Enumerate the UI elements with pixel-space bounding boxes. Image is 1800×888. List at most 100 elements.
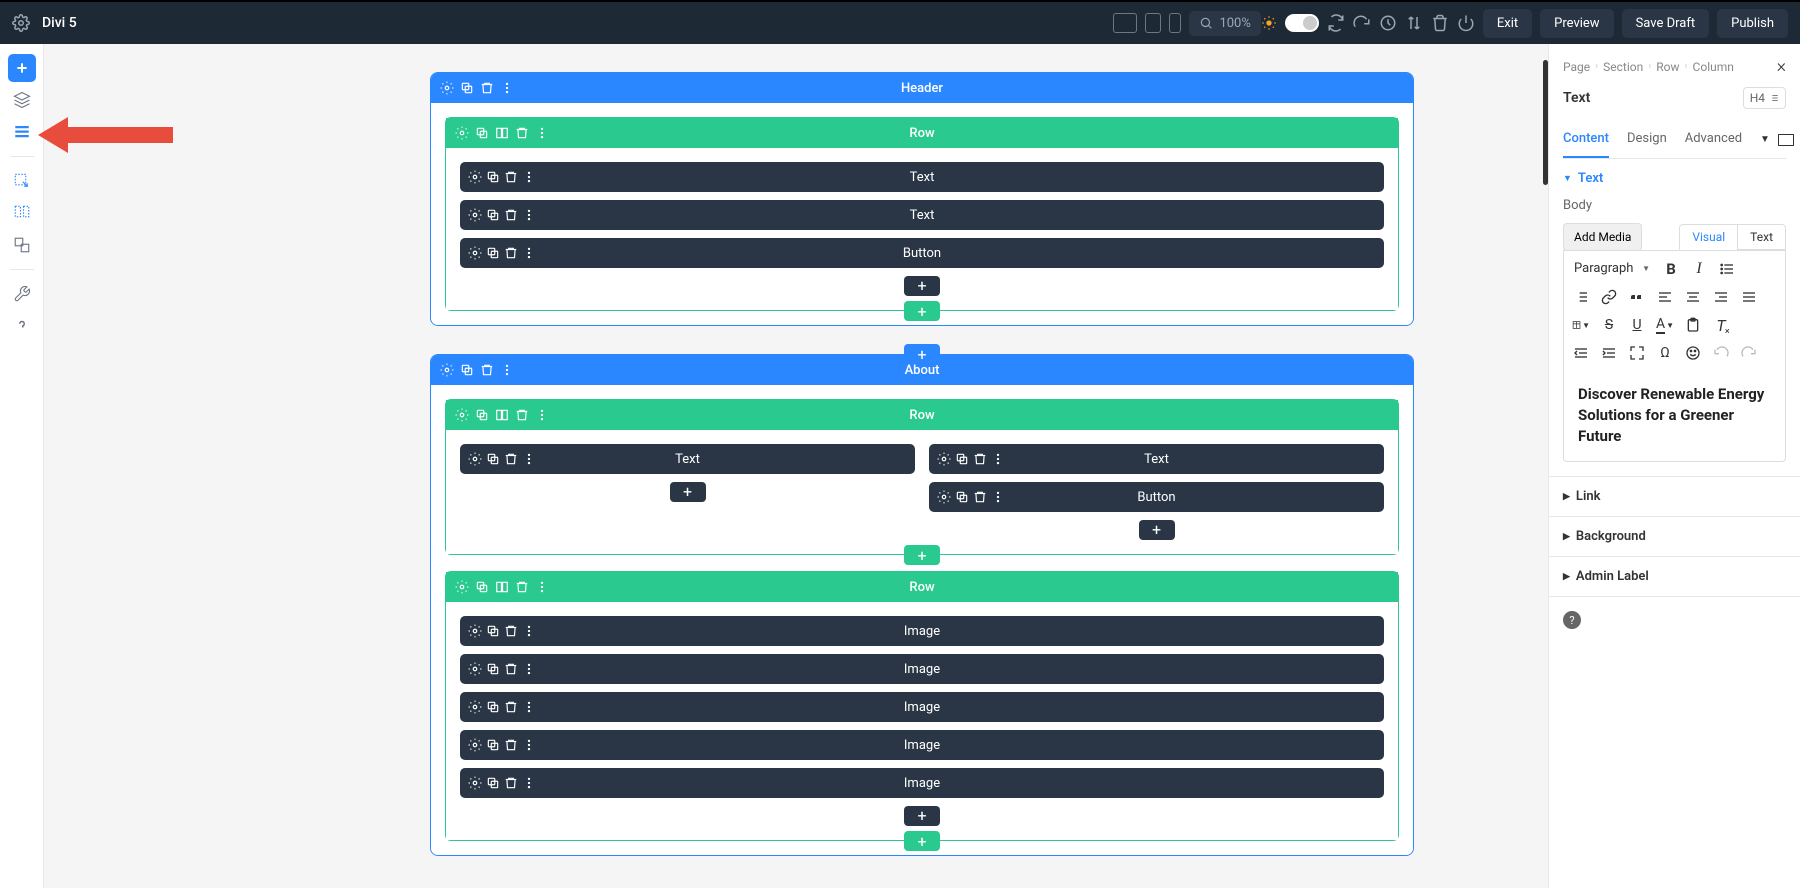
align-center-button[interactable]	[1684, 288, 1702, 306]
more-icon[interactable]	[534, 579, 550, 595]
duplicate-icon[interactable]	[486, 452, 500, 466]
trash-icon[interactable]	[479, 80, 495, 96]
add-row-button[interactable]: +	[904, 545, 940, 565]
paragraph-select[interactable]: Paragraph	[1572, 259, 1652, 278]
power-icon[interactable]	[1457, 14, 1475, 32]
gear-icon[interactable]	[468, 624, 482, 638]
columns-icon[interactable]	[494, 407, 510, 423]
trash-icon[interactable]	[973, 452, 987, 466]
duplicate-icon[interactable]	[486, 738, 500, 752]
indent-button[interactable]	[1600, 344, 1618, 362]
module-block[interactable]: Button	[929, 482, 1384, 512]
breadcrumb-page[interactable]: Page	[1563, 60, 1590, 74]
duplicate-icon[interactable]	[486, 624, 500, 638]
paste-button[interactable]	[1684, 316, 1702, 334]
duplicate-icon[interactable]	[486, 662, 500, 676]
more-icon[interactable]	[522, 700, 536, 714]
gear-icon[interactable]	[468, 170, 482, 184]
sync-icon[interactable]	[1327, 14, 1345, 32]
close-panel-icon[interactable]: ×	[1777, 56, 1786, 77]
tools-button[interactable]	[8, 280, 36, 308]
add-module-button[interactable]: +	[1139, 520, 1175, 540]
duplicate-icon[interactable]	[474, 579, 490, 595]
preview-button[interactable]: Preview	[1540, 9, 1613, 38]
trash-icon[interactable]	[479, 362, 495, 378]
gear-icon[interactable]	[468, 738, 482, 752]
trash-icon[interactable]	[504, 662, 518, 676]
trash-icon[interactable]	[504, 170, 518, 184]
trash-icon[interactable]	[504, 452, 518, 466]
gear-icon[interactable]	[468, 208, 482, 222]
duplicate-icon[interactable]	[486, 700, 500, 714]
more-icon[interactable]	[522, 738, 536, 752]
text-section-toggle[interactable]: ▼Text	[1549, 159, 1800, 198]
help-icon[interactable]: ?	[1563, 611, 1581, 629]
publish-button[interactable]: Publish	[1717, 9, 1788, 38]
clear-format-button[interactable]: T×	[1712, 316, 1730, 334]
scrollbar-thumb[interactable]	[1543, 60, 1548, 185]
wireframe-button[interactable]	[8, 118, 36, 146]
add-module-button[interactable]: +	[904, 276, 940, 296]
desktop-viewport-button[interactable]	[1113, 13, 1137, 33]
emoji-button[interactable]	[1684, 344, 1702, 362]
duplicate-icon[interactable]	[459, 80, 475, 96]
align-left-button[interactable]	[1656, 288, 1674, 306]
link-button[interactable]	[1600, 288, 1618, 306]
link-section-toggle[interactable]: ▶Link	[1549, 477, 1800, 516]
redo-icon[interactable]	[1353, 14, 1371, 32]
fullscreen-button[interactable]	[1628, 344, 1646, 362]
duplicate-icon[interactable]	[486, 246, 500, 260]
module-block[interactable]: Button	[460, 238, 1384, 268]
editor-content[interactable]: Discover Renewable Energy Solutions for …	[1564, 370, 1785, 461]
trash-icon[interactable]	[514, 579, 530, 595]
special-char-button[interactable]: Ω	[1656, 344, 1674, 362]
tab-design[interactable]: Design	[1627, 121, 1667, 158]
duplicate-icon[interactable]	[486, 776, 500, 790]
add-section-button[interactable]: +	[904, 344, 940, 364]
more-icon[interactable]	[991, 452, 1005, 466]
text-color-button[interactable]: A▼	[1656, 316, 1674, 334]
module-block[interactable]: Image	[460, 768, 1384, 798]
duplicate-icon[interactable]	[486, 170, 500, 184]
gear-icon[interactable]	[439, 80, 455, 96]
breadcrumb-column[interactable]: Column	[1693, 60, 1734, 74]
align-right-button[interactable]	[1712, 288, 1730, 306]
module-block[interactable]: Image	[460, 616, 1384, 646]
duplicate-icon[interactable]	[474, 407, 490, 423]
section-header[interactable]: Header	[431, 73, 1413, 103]
row-header[interactable]: Row	[446, 572, 1398, 602]
more-icon[interactable]	[534, 125, 550, 141]
gear-icon[interactable]	[454, 579, 470, 595]
trash-icon[interactable]	[504, 246, 518, 260]
duplicate-icon[interactable]	[459, 362, 475, 378]
gear-icon[interactable]	[468, 662, 482, 676]
duplicate-icon[interactable]	[486, 208, 500, 222]
trash-icon[interactable]	[1431, 14, 1449, 32]
expand-panel-icon[interactable]	[1778, 134, 1794, 146]
zoom-control[interactable]: 100%	[1189, 11, 1260, 36]
mobile-viewport-button[interactable]	[1169, 13, 1181, 33]
add-row-button[interactable]: +	[904, 831, 940, 851]
quote-button[interactable]	[1628, 288, 1646, 306]
theme-toggle[interactable]	[1285, 14, 1319, 32]
exit-button[interactable]: Exit	[1483, 9, 1532, 38]
redo-button[interactable]	[1740, 344, 1758, 362]
gear-icon[interactable]	[937, 490, 951, 504]
more-icon[interactable]	[499, 362, 515, 378]
heading-level-selector[interactable]: H4	[1743, 87, 1786, 109]
duplicate-icon[interactable]	[474, 125, 490, 141]
background-section-toggle[interactable]: ▶Background	[1549, 517, 1800, 556]
duplicate-icon[interactable]	[955, 452, 969, 466]
row-header[interactable]: Row	[446, 118, 1398, 148]
numbered-list-button[interactable]	[1572, 288, 1590, 306]
text-tab[interactable]: Text	[1737, 224, 1786, 250]
more-icon[interactable]	[522, 170, 536, 184]
strikethrough-button[interactable]: S	[1600, 316, 1618, 334]
tab-content[interactable]: Content	[1563, 121, 1609, 158]
add-row-button[interactable]: +	[904, 301, 940, 321]
more-icon[interactable]	[534, 407, 550, 423]
grid-mode-button[interactable]	[8, 199, 36, 227]
more-icon[interactable]	[522, 246, 536, 260]
more-icon[interactable]	[522, 776, 536, 790]
align-justify-button[interactable]	[1740, 288, 1758, 306]
